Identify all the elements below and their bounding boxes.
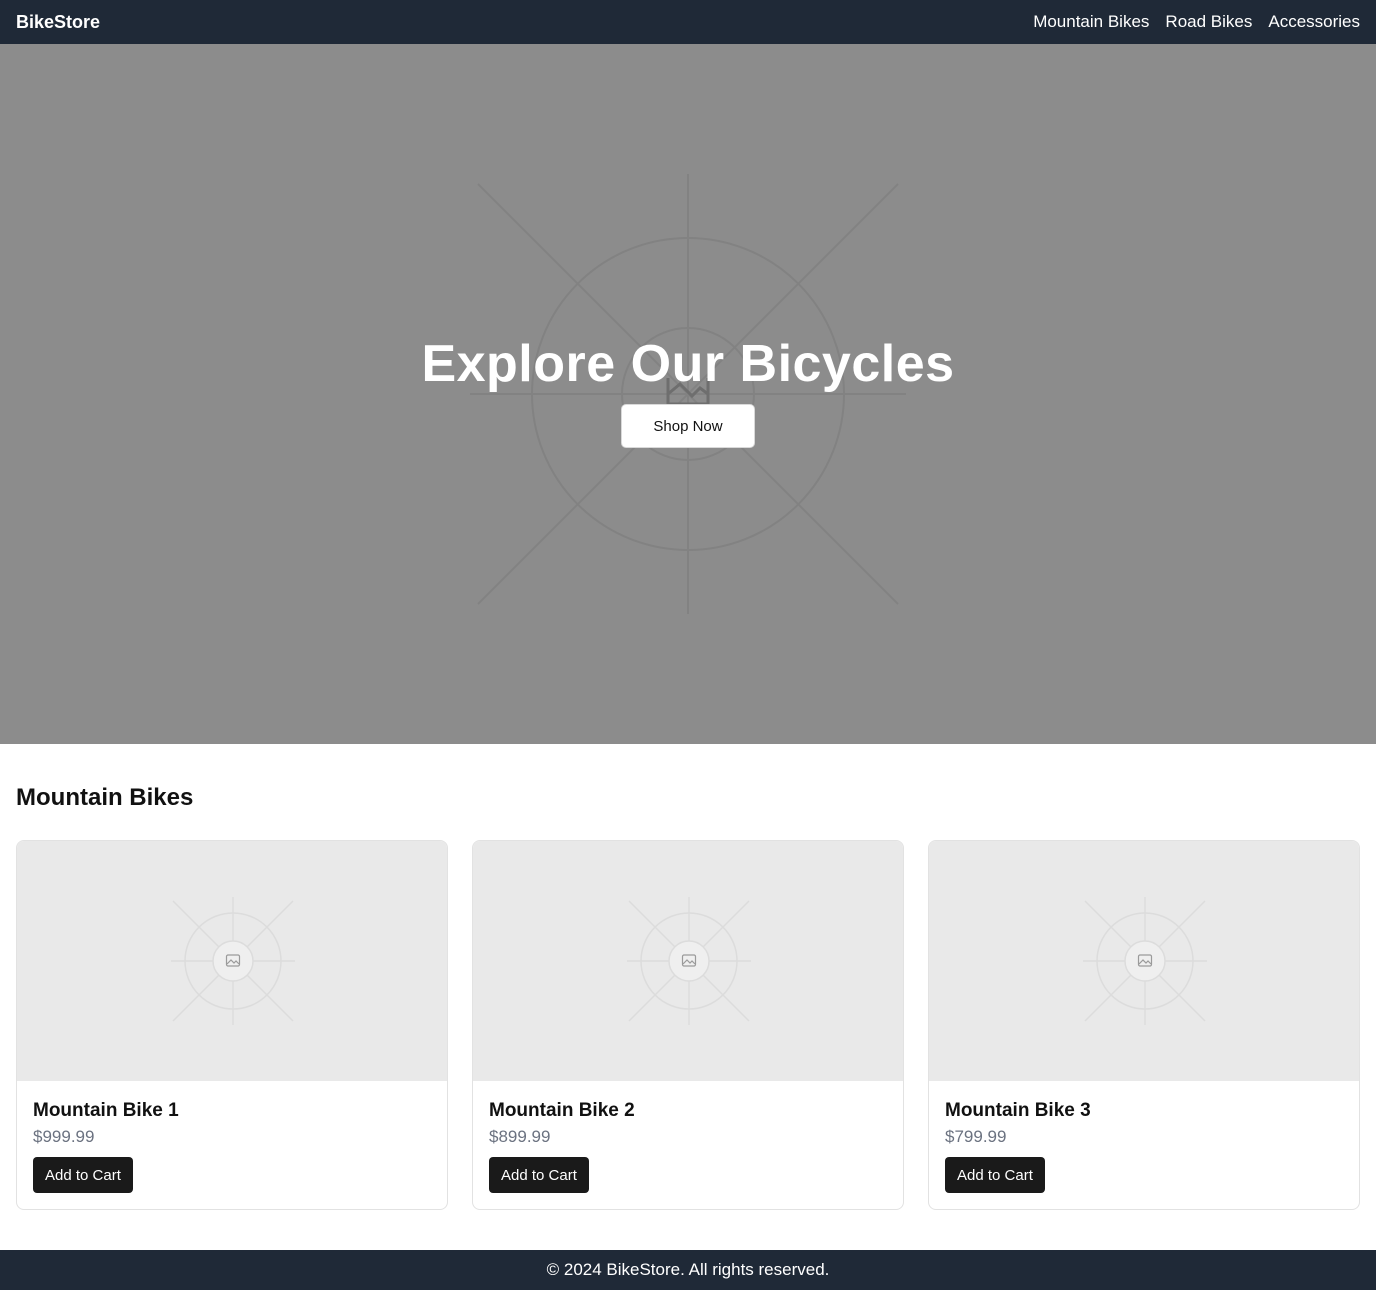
product-card-body: Mountain Bike 2 $899.99 Add to Cart bbox=[473, 1081, 903, 1209]
product-card-body: Mountain Bike 1 $999.99 Add to Cart bbox=[17, 1081, 447, 1209]
product-price: $799.99 bbox=[945, 1127, 1007, 1146]
hero-title: Explore Our Bicycles bbox=[421, 335, 955, 393]
top-navbar: BikeStore Mountain Bikes Road Bikes Acce… bbox=[0, 0, 1376, 44]
add-to-cart-button[interactable]: Add to Cart bbox=[489, 1157, 589, 1193]
nav-link-accessories[interactable]: Accessories bbox=[1268, 12, 1360, 32]
brand-logo-link[interactable]: BikeStore bbox=[16, 12, 100, 33]
product-card-body: Mountain Bike 3 $799.99 Add to Cart bbox=[929, 1081, 1359, 1209]
product-title: Mountain Bike 1 bbox=[33, 1100, 179, 1121]
nav-link-mountain-bikes[interactable]: Mountain Bikes bbox=[1033, 12, 1149, 32]
product-title: Mountain Bike 3 bbox=[945, 1100, 1091, 1121]
page-footer: © 2024 BikeStore. All rights reserved. bbox=[0, 1250, 1376, 1290]
product-grid: Mountain Bike 1 $999.99 Add to Cart Moun… bbox=[16, 840, 1360, 1210]
product-price: $999.99 bbox=[33, 1127, 95, 1146]
product-title: Mountain Bike 2 bbox=[489, 1100, 635, 1121]
product-image-placeholder bbox=[929, 841, 1359, 1081]
hero-content: Explore Our Bicycles Shop Now bbox=[0, 334, 1376, 448]
product-card: Mountain Bike 1 $999.99 Add to Cart bbox=[16, 840, 448, 1210]
add-to-cart-button[interactable]: Add to Cart bbox=[945, 1157, 1045, 1193]
product-card: Mountain Bike 2 $899.99 Add to Cart bbox=[472, 840, 904, 1210]
product-image-placeholder bbox=[473, 841, 903, 1081]
product-image-placeholder bbox=[17, 841, 447, 1081]
copyright-text: © 2024 BikeStore. All rights reserved. bbox=[546, 1260, 830, 1279]
product-price: $899.99 bbox=[489, 1127, 551, 1146]
product-card: Mountain Bike 3 $799.99 Add to Cart bbox=[928, 840, 1360, 1210]
hero-banner: Explore Our Bicycles Shop Now bbox=[0, 44, 1376, 744]
shop-now-button[interactable]: Shop Now bbox=[621, 404, 755, 448]
add-to-cart-button[interactable]: Add to Cart bbox=[33, 1157, 133, 1193]
nav-link-road-bikes[interactable]: Road Bikes bbox=[1165, 12, 1252, 32]
nav-links: Mountain Bikes Road Bikes Accessories bbox=[1033, 12, 1360, 32]
section-title: Mountain Bikes bbox=[16, 784, 194, 811]
